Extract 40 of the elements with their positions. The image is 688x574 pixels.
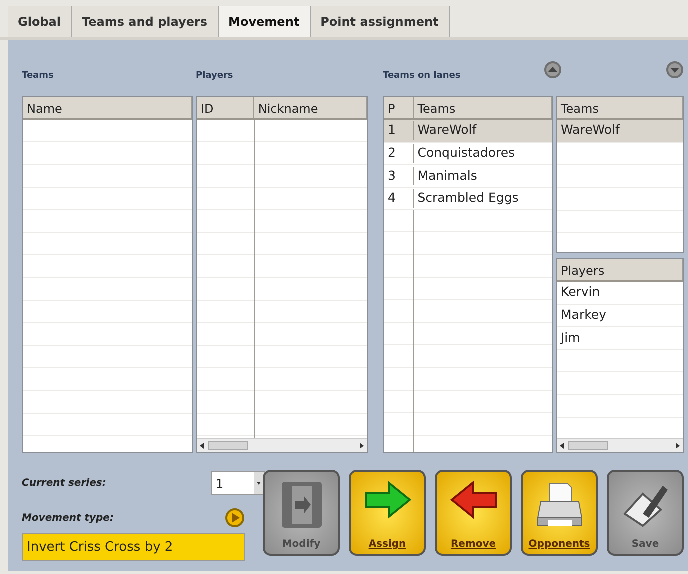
assign-button[interactable]: Assign (349, 470, 426, 556)
left-arrow-icon (448, 480, 498, 520)
series-dropdown[interactable]: 1 (211, 471, 265, 495)
current-series-label: Current series: (22, 476, 106, 490)
table-cell[interactable]: 4 (384, 189, 414, 208)
tab[interactable]: Movement (218, 6, 311, 37)
column-header[interactable]: Players (557, 259, 683, 280)
movement-type-label: Movement type: (22, 512, 114, 526)
movement-type-field[interactable]: Invert Criss Cross by 2 (22, 533, 245, 561)
horizontal-scrollbar[interactable] (197, 438, 367, 452)
table-cell[interactable]: Manimals (414, 166, 552, 186)
play-icon[interactable] (225, 508, 245, 528)
teams-on-lanes-label: Teams on lanes (383, 70, 462, 83)
players-label: Players (196, 70, 234, 83)
table-cell[interactable]: Scrambled Eggs (414, 189, 552, 208)
table-cell[interactable]: Conquistadores (414, 144, 552, 163)
column-header[interactable]: Teams (557, 97, 683, 118)
table-cell[interactable]: Jim (557, 328, 584, 348)
table-cell[interactable]: Kervin (557, 283, 604, 302)
down-arrow-icon[interactable] (666, 61, 684, 79)
opponents-button[interactable]: Opponents (521, 470, 598, 556)
table-cell[interactable]: 2 (384, 144, 414, 163)
column-header[interactable]: Teams (414, 97, 552, 118)
tab[interactable]: Teams and players (72, 6, 219, 37)
table-cell[interactable]: 1 (384, 121, 414, 140)
up-arrow-icon[interactable] (544, 61, 562, 79)
tab[interactable]: Global (8, 6, 72, 37)
horizontal-scrollbar[interactable] (557, 438, 683, 452)
remove-button[interactable]: Remove (435, 470, 512, 556)
table-cell[interactable]: WareWolf (414, 121, 552, 140)
table-cell[interactable]: Markey (557, 306, 610, 325)
column-header[interactable]: P (384, 97, 414, 118)
table-cell[interactable]: 3 (384, 166, 414, 186)
column-header[interactable]: Name (23, 97, 192, 118)
teams-label: Teams (22, 70, 55, 83)
tab[interactable]: Point assignment (310, 6, 450, 37)
filmstrip-icon (280, 480, 324, 530)
column-header[interactable]: Nickname (254, 97, 367, 118)
column-header[interactable]: ID (197, 97, 254, 118)
right-arrow-icon (362, 480, 412, 520)
